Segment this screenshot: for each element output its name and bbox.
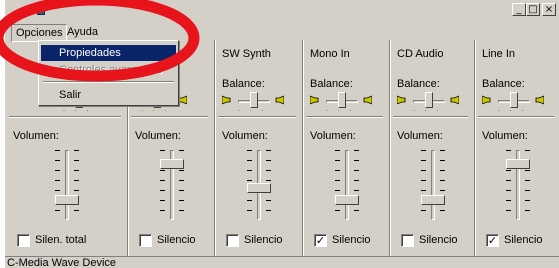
volume-track <box>65 150 69 220</box>
close-button[interactable]: × <box>542 3 556 16</box>
balance-label: Balance: <box>482 78 525 90</box>
maximize-button[interactable]: □ <box>526 3 540 16</box>
menu-ayuda[interactable]: Ayuda <box>67 26 98 38</box>
balance-label: Balance: <box>397 78 440 90</box>
channel-name: SW Synth <box>222 48 271 60</box>
volume-slider[interactable] <box>498 150 538 222</box>
balance-ticks: · · · <box>326 108 356 114</box>
volume-label: Volumen: <box>222 130 268 142</box>
balance-thumb[interactable] <box>510 92 518 108</box>
app-icon <box>37 6 45 15</box>
mute-checkbox[interactable]: ✓ <box>486 234 499 247</box>
channel-separator <box>474 40 476 256</box>
speaker-right-icon <box>275 95 284 105</box>
volume-thumb[interactable] <box>247 183 271 193</box>
speaker-left-icon <box>397 95 406 105</box>
balance-ticks: · · · <box>498 108 528 114</box>
volume-label: Volumen: <box>13 130 59 142</box>
volume-track <box>345 150 349 220</box>
balance-thumb[interactable] <box>338 92 346 108</box>
volume-label: Volumen: <box>310 130 356 142</box>
volume-label: Volumen: <box>482 130 528 142</box>
menu-item-controles-avanzados: Controles avanzados <box>59 64 163 76</box>
mute-label: Silencio <box>157 234 196 246</box>
volume-slider[interactable] <box>239 150 279 222</box>
balance-thumb[interactable] <box>425 92 433 108</box>
volume-thumb[interactable] <box>335 195 359 205</box>
mixer-channel: SW Synth Balance: · · · Volumen: Silencio <box>216 40 302 256</box>
status-text: C-Media Wave Device <box>7 257 117 268</box>
mixer-channel: Line In Balance: · · · Volumen: ✓ Silencio <box>476 40 559 256</box>
speaker-left-icon <box>222 95 231 105</box>
channel-name: CD Audio <box>397 48 444 60</box>
balance-ticks: · · · <box>141 108 171 114</box>
channel-name: Line In <box>482 48 516 60</box>
mute-label: Silencio <box>332 234 371 246</box>
channel-divider <box>393 116 468 118</box>
mixer-channel: CD Audio Balance: · · · Volumen: Silencio <box>391 40 474 256</box>
title-bar[interactable]: M _ □ × <box>5 0 559 18</box>
balance-slider[interactable]: · · · <box>397 92 459 114</box>
volume-slider[interactable] <box>413 150 453 222</box>
mute-checkbox[interactable] <box>17 234 30 247</box>
channel-divider <box>478 116 554 118</box>
volume-ticks <box>354 150 359 220</box>
volume-slider[interactable] <box>152 150 192 222</box>
volume-thumb[interactable] <box>160 159 184 169</box>
speaker-right-icon <box>450 95 459 105</box>
channel-separator <box>302 40 304 256</box>
mixer-window: M _ □ × Opciones Ayuda Propiedades Contr… <box>4 0 559 268</box>
mute-checkbox[interactable]: ✓ <box>314 234 327 247</box>
mixer-channel: Mono In Balance: · · · Volumen: ✓ Silencio <box>304 40 389 256</box>
volume-ticks <box>440 150 445 220</box>
volume-ticks <box>74 150 79 220</box>
balance-label: Balance: <box>310 78 353 90</box>
mute-checkbox[interactable] <box>139 234 152 247</box>
opciones-dropdown: Propiedades Controles avanzados Salir <box>38 40 179 106</box>
balance-label: Balance: <box>222 78 265 90</box>
channel-separator <box>214 40 216 256</box>
mute-checkbox[interactable] <box>226 234 239 247</box>
channel-separator <box>389 40 391 256</box>
balance-ticks: · · · <box>238 108 268 114</box>
volume-slider[interactable] <box>47 150 87 222</box>
balance-ticks: · · · <box>63 108 93 114</box>
volume-slider[interactable] <box>327 150 367 222</box>
volume-thumb[interactable] <box>55 195 79 205</box>
volume-thumb[interactable] <box>421 195 445 205</box>
channel-divider <box>9 116 121 118</box>
menu-item-propiedades[interactable]: Propiedades <box>41 45 176 61</box>
balance-slider[interactable]: · · · <box>310 92 372 114</box>
channel-divider <box>218 116 296 118</box>
mute-checkbox[interactable] <box>401 234 414 247</box>
speaker-right-icon <box>363 95 372 105</box>
speaker-right-icon <box>535 95 544 105</box>
speaker-left-icon <box>482 95 491 105</box>
channel-divider <box>131 116 208 118</box>
channel-name: Mono In <box>310 48 350 60</box>
mute-label: Silencio <box>244 234 283 246</box>
volume-ticks <box>335 150 340 220</box>
volume-track <box>431 150 435 220</box>
volume-label: Volumen: <box>135 130 181 142</box>
volume-ticks <box>421 150 426 220</box>
volume-label: Volumen: <box>397 130 443 142</box>
window-title: M <box>51 4 61 16</box>
mute-label: Silen. total <box>35 234 87 246</box>
volume-ticks <box>55 150 60 220</box>
channel-divider <box>306 116 383 118</box>
mute-label: Silencio <box>504 234 543 246</box>
status-bar: C-Media Wave Device <box>5 256 559 268</box>
menu-separator <box>43 81 174 83</box>
volume-thumb[interactable] <box>506 159 530 169</box>
mute-label: Silencio <box>419 234 458 246</box>
minimize-button[interactable]: _ <box>512 3 526 16</box>
menu-item-salir[interactable]: Salir <box>41 87 176 103</box>
balance-thumb[interactable] <box>250 92 258 108</box>
balance-slider[interactable]: · · · <box>222 92 284 114</box>
balance-slider[interactable]: · · · <box>482 92 544 114</box>
speaker-left-icon <box>310 95 319 105</box>
balance-ticks: · · · <box>413 108 443 114</box>
